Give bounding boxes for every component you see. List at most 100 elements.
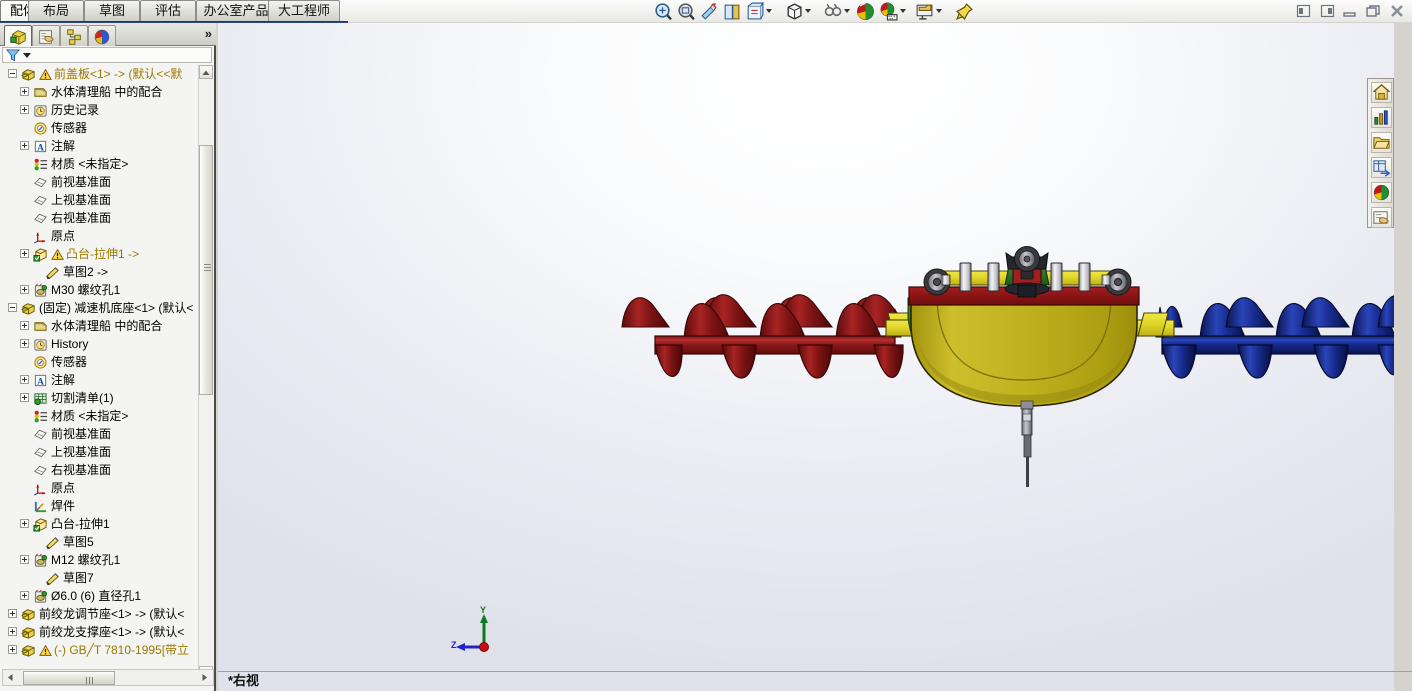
tree-item[interactable]: 前视基准面 xyxy=(2,173,200,191)
panel-overflow-chevron[interactable]: » xyxy=(205,26,212,41)
tree-item[interactable]: 右视基准面 xyxy=(2,209,200,227)
tree-vertical-scrollbar[interactable] xyxy=(198,65,213,680)
tree-item[interactable]: 历史记录 xyxy=(2,101,200,119)
design-library-icon[interactable] xyxy=(1371,157,1392,178)
tree-item[interactable]: Ø6.0 (6) 直径孔1 xyxy=(2,587,200,605)
configuration-manager-tab[interactable] xyxy=(60,25,88,46)
tree-item[interactable]: 材质 <未指定> xyxy=(2,155,200,173)
tree-icon-history xyxy=(34,339,47,351)
tree-horizontal-scrollbar[interactable] xyxy=(2,669,214,686)
tree-twisty[interactable] xyxy=(20,249,29,258)
tree-item[interactable]: 前视基准面 xyxy=(2,425,200,443)
feature-tree[interactable]: 前盖板<1> -> (默认<<默 水体清理船 中的配合 历史记录 传感器 A 注解 材质 <… xyxy=(2,65,200,680)
scroll-up-arrow[interactable] xyxy=(199,65,213,79)
scroll-left-arrow[interactable] xyxy=(4,671,18,684)
tree-item[interactable]: 前盖板<1> -> (默认<<默 xyxy=(2,65,200,83)
tree-icon-hole xyxy=(34,553,47,567)
tree-twisty[interactable] xyxy=(8,627,17,636)
tree-twisty[interactable] xyxy=(20,105,29,114)
view-setting-dropdown-arrow[interactable] xyxy=(936,9,942,13)
restore-window-icon[interactable] xyxy=(1366,4,1381,18)
tree-item[interactable]: M12 螺纹孔1 xyxy=(2,551,200,569)
tree-twisty[interactable] xyxy=(20,555,29,564)
filter-dropdown-arrow[interactable] xyxy=(23,53,31,58)
zoom-to-area-icon[interactable] xyxy=(676,2,695,21)
tree-item[interactable]: 水体清理船 中的配合 xyxy=(2,317,200,335)
home-icon[interactable] xyxy=(1371,82,1392,103)
tree-item[interactable]: 前绞龙调节座<1> -> (默认< xyxy=(2,605,200,623)
tree-item[interactable]: A 注解 xyxy=(2,371,200,389)
tree-item[interactable]: 凸台-拉伸1 xyxy=(2,515,200,533)
resources-icon[interactable] xyxy=(1371,107,1392,128)
tree-twisty[interactable] xyxy=(20,321,29,330)
tree-twisty[interactable] xyxy=(20,339,29,348)
scroll-thumb[interactable] xyxy=(199,145,213,395)
tree-item[interactable]: 传感器 xyxy=(2,353,200,371)
zoom-to-fit-icon[interactable] xyxy=(653,2,672,21)
minimize-icon[interactable] xyxy=(1342,4,1357,18)
hide-show-items-icon[interactable] xyxy=(823,2,842,21)
tree-twisty[interactable] xyxy=(20,285,29,294)
tree-twisty[interactable] xyxy=(8,303,17,312)
appearances-icon[interactable] xyxy=(1371,182,1392,203)
warning-icon xyxy=(51,248,64,260)
tree-twisty[interactable] xyxy=(20,87,29,96)
tree-item-label: 原点 xyxy=(51,481,76,495)
display-style-dropdown-arrow[interactable] xyxy=(805,9,811,13)
tree-item[interactable]: 上视基准面 xyxy=(2,191,200,209)
tree-twisty[interactable] xyxy=(20,375,29,384)
tree-item[interactable]: M30 螺纹孔1 xyxy=(2,281,200,299)
appearance-sphere-icon[interactable] xyxy=(856,2,875,21)
tree-twisty[interactable] xyxy=(20,141,29,150)
tree-item[interactable]: 切割清单(1) xyxy=(2,389,200,407)
tree-item[interactable]: 右视基准面 xyxy=(2,461,200,479)
scroll-right-arrow[interactable] xyxy=(198,671,212,684)
restore-left-icon[interactable] xyxy=(1296,4,1311,18)
tree-item[interactable]: A 注解 xyxy=(2,137,200,155)
tree-item[interactable]: 草图5 xyxy=(2,533,200,551)
tree-item[interactable]: 草图7 xyxy=(2,569,200,587)
tree-twisty[interactable] xyxy=(20,519,29,528)
tree-item[interactable]: 上视基准面 xyxy=(2,443,200,461)
tree-item[interactable]: 原点 xyxy=(2,479,200,497)
tree-twisty[interactable] xyxy=(8,645,17,654)
graphics-viewport[interactable]: Y Z xyxy=(218,23,1394,691)
tree-item[interactable]: 材质 <未指定> xyxy=(2,407,200,425)
previous-view-icon[interactable] xyxy=(699,2,718,21)
close-icon[interactable] xyxy=(1390,4,1405,18)
open-folder-icon[interactable] xyxy=(1371,132,1392,153)
h-scroll-thumb[interactable] xyxy=(23,671,115,685)
tree-item[interactable]: 草图2 -> xyxy=(2,263,200,281)
hide-show-items-dropdown-arrow[interactable] xyxy=(844,9,850,13)
view-setting-icon[interactable] xyxy=(915,2,934,21)
apply-scene-dropdown-arrow[interactable] xyxy=(900,9,906,13)
command-tab-2[interactable]: 草图 xyxy=(84,0,140,21)
tree-item[interactable]: History xyxy=(2,335,200,353)
tree-item[interactable]: 原点 xyxy=(2,227,200,245)
tree-item[interactable]: 前绞龙支撑座<1> -> (默认< xyxy=(2,623,200,641)
view-orientation-dropdown-arrow[interactable] xyxy=(766,9,772,13)
display-manager-tab[interactable] xyxy=(88,25,116,46)
tree-item[interactable]: (-) GB╱T 7810-1995[带立 xyxy=(2,641,200,659)
tree-item[interactable]: 焊件 xyxy=(2,497,200,515)
tree-item[interactable]: (固定) 减速机底座<1> (默认< xyxy=(2,299,200,317)
property-manager-tab[interactable] xyxy=(32,25,60,46)
tree-item[interactable]: 传感器 xyxy=(2,119,200,137)
command-tab-1[interactable]: 布局 xyxy=(28,0,84,21)
restore-right-icon[interactable] xyxy=(1320,4,1335,18)
apply-scene-icon[interactable] xyxy=(879,2,898,21)
tree-twisty[interactable] xyxy=(8,69,17,78)
custom-properties-icon[interactable] xyxy=(1371,207,1392,228)
tree-item[interactable]: 凸台-拉伸1 -> xyxy=(2,245,200,263)
display-style-icon[interactable] xyxy=(784,2,803,21)
tree-twisty[interactable] xyxy=(20,591,29,600)
pushpin-icon[interactable] xyxy=(955,2,974,21)
section-view-icon[interactable] xyxy=(722,2,741,21)
tree-twisty[interactable] xyxy=(20,393,29,402)
tree-item[interactable]: 水体清理船 中的配合 xyxy=(2,83,200,101)
tree-twisty[interactable] xyxy=(8,609,17,618)
feature-manager-tab[interactable] xyxy=(4,25,32,46)
tree-filter-bar[interactable] xyxy=(2,47,212,63)
command-tab-3[interactable]: 评估 xyxy=(140,0,196,21)
view-orientation-icon[interactable] xyxy=(745,1,764,21)
